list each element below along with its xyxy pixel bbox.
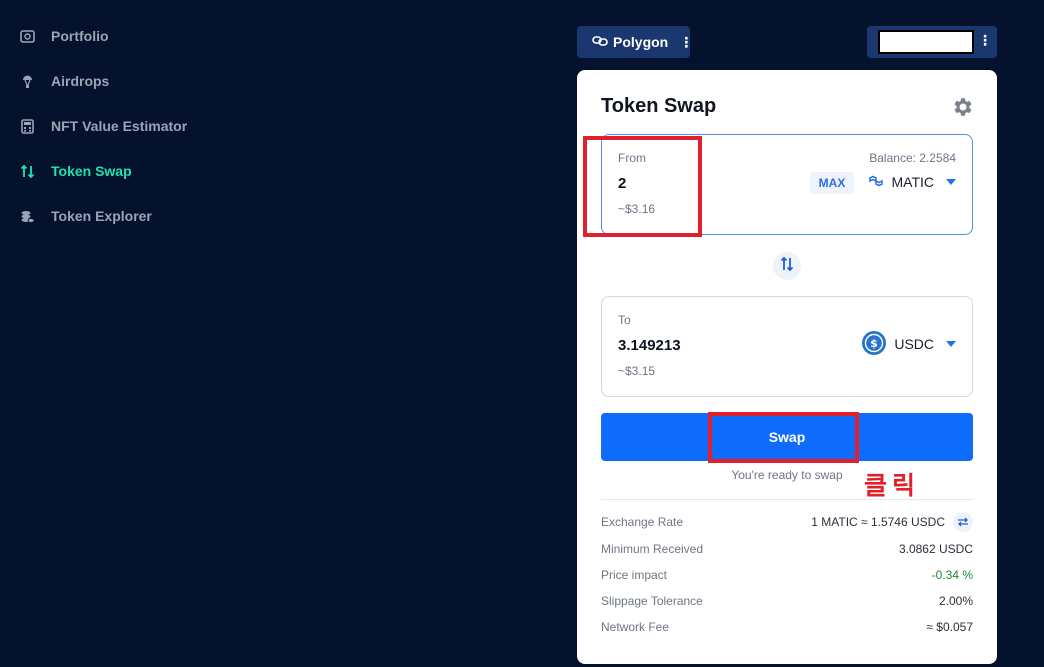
sidebar-item-airdrops[interactable]: Airdrops [20,69,109,93]
network-selector-button[interactable]: Polygon ⋮ [577,26,694,58]
from-usd-value: ~$3.16 [618,202,656,216]
from-token-symbol: MATIC [891,174,934,190]
portfolio-icon [20,29,35,44]
network-fee-label: Network Fee [601,620,670,634]
to-token-select[interactable]: $ USDC [862,330,956,358]
minimum-received-row: Minimum Received 3.0862 USDC [601,540,973,558]
wallet-address-redacted [878,30,974,54]
sidebar-item-portfolio[interactable]: Portfolio [20,24,109,48]
sidebar-item-token-explorer[interactable]: Token Explorer [20,204,152,228]
network-fee-row: Network Fee ≈ $0.057 [601,618,973,636]
network-label: Polygon [613,34,669,50]
sidebar-item-token-swap[interactable]: Token Swap [20,159,132,183]
price-impact-value: -0.34 % [931,568,973,582]
balance-text: Balance: 2.2584 [869,151,956,165]
token-swap-card: Token Swap From Balance: 2.2584 ~$3.16 M… [577,70,997,664]
from-label: From [618,151,646,165]
exchange-rate-value: 1 MATIC ≈ 1.5746 USDC [811,515,945,529]
swap-arrows-icon [780,256,794,277]
minimum-received-value: 3.0862 USDC [898,542,973,556]
exchange-rate-row: Exchange Rate 1 MATIC ≈ 1.5746 USDC [601,512,973,532]
sidebar-item-label: NFT Value Estimator [51,118,188,134]
page-title: Token Swap [601,95,717,117]
chevron-down-icon [946,179,956,185]
sidebar-item-label: Portfolio [51,28,109,44]
slippage-value: 2.00% [938,594,973,608]
swap-button[interactable]: Swap [601,413,973,461]
more-vertical-icon: ⋮ [978,32,992,48]
airdrop-icon [20,74,35,89]
from-amount-input[interactable] [618,175,798,192]
to-token-box: To 3.149213 ~$3.15 $ USDC [601,296,973,397]
to-usd-value: ~$3.15 [618,364,656,378]
to-amount-value: 3.149213 [618,337,681,354]
sidebar-item-nft-value-estimator[interactable]: NFT Value Estimator [20,114,187,138]
network-fee-value: ≈ $0.057 [926,620,973,634]
invert-rate-icon[interactable] [953,512,973,532]
from-token-box: From Balance: 2.2584 ~$3.16 MAX MATIC [601,134,973,235]
exchange-rate-value-wrap: 1 MATIC ≈ 1.5746 USDC [811,512,973,532]
to-label: To [618,313,631,327]
slippage-label: Slippage Tolerance [601,594,703,608]
ready-status-text: You're ready to swap [731,468,843,482]
minimum-received-label: Minimum Received [601,542,704,556]
price-impact-label: Price impact [601,568,668,582]
svg-text:$: $ [871,337,879,350]
coins-icon [20,209,35,224]
calculator-icon [20,118,35,134]
matic-icon [869,174,884,190]
chevron-down-icon [946,341,956,347]
wallet-button[interactable]: ⋮ [867,26,997,58]
exchange-rate-label: Exchange Rate [601,515,684,529]
swap-direction-button[interactable] [773,252,801,280]
max-button[interactable]: MAX [810,172,854,194]
price-impact-row: Price impact -0.34 % [601,566,973,584]
sidebar-item-label: Airdrops [51,73,110,89]
from-token-select[interactable]: MATIC [869,169,956,195]
link-icon [592,34,608,50]
swap-arrows-icon [20,164,35,179]
click-hint-text: 클릭 [864,471,921,500]
sidebar-item-label: Token Swap [51,163,132,179]
sidebar-item-label: Token Explorer [51,208,152,224]
usdc-icon: $ [862,330,887,358]
gear-icon[interactable] [951,95,975,119]
more-vertical-icon: ⋮ [679,33,694,50]
slippage-row: Slippage Tolerance 2.00% [601,592,973,610]
to-token-symbol: USDC [894,336,934,352]
